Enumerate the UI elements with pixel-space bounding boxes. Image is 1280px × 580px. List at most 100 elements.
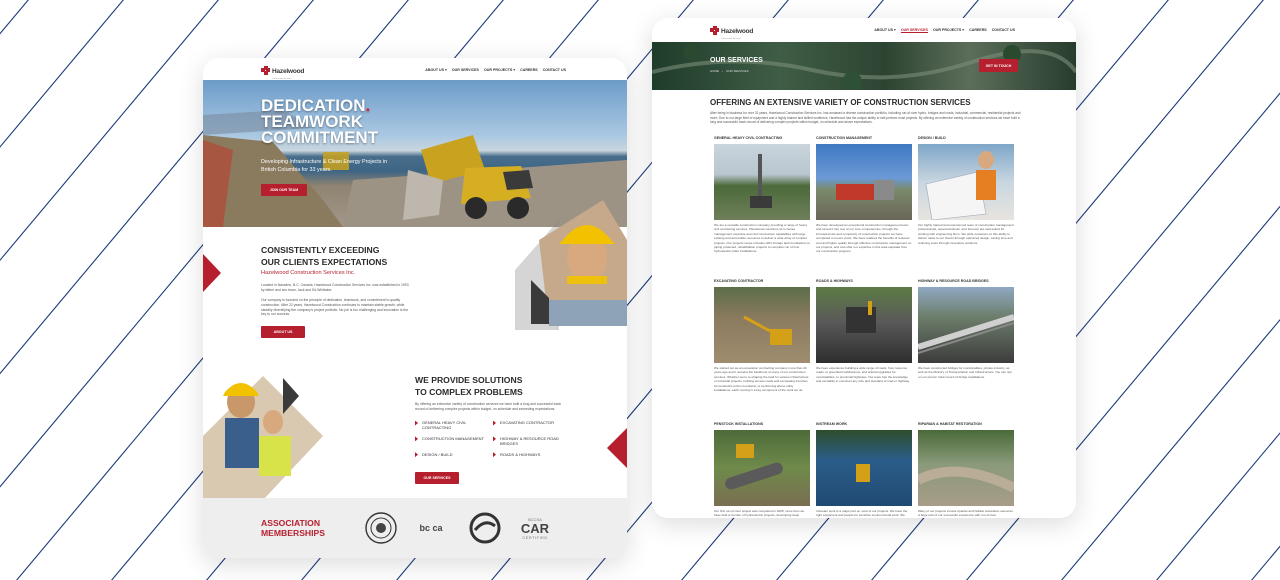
service-description: We are a versatile construction company … <box>714 223 810 254</box>
service-description: We have constructed bridges for municipa… <box>918 366 1012 379</box>
nav-contact-us[interactable]: CONTACT US <box>543 68 566 72</box>
solutions-service-list: GENERAL HEAVY CIVIL CONTRACTING EXCAVATI… <box>415 420 571 458</box>
solution-item[interactable]: ROADS & HIGHWAYS <box>493 452 571 458</box>
about-subtitle: Hazelwood Construction Services Inc. <box>261 270 356 276</box>
nav-our-projects[interactable]: OUR PROJECTS ▾ <box>484 68 515 72</box>
solution-item[interactable]: GENERAL HEAVY CIVIL CONTRACTING <box>415 420 493 431</box>
nav-careers[interactable]: CAREERS <box>969 28 987 32</box>
service-title: PENSTOCK INSTALLATIONS <box>714 422 764 426</box>
service-description: We have developed an exceptional constru… <box>816 223 912 254</box>
service-description: Our first run-of-river project was compl… <box>714 509 808 518</box>
cor-logo: BCCSA CAR CERTIFIED <box>520 516 550 540</box>
left-nav-links: ABOUT US ▾ OUR SERVICES OUR PROJECTS ▾ C… <box>425 68 566 72</box>
about-title: CONSISTENTLY EXCEEDING OUR CLIENTS EXPEC… <box>261 245 388 267</box>
seal-logo <box>365 512 397 544</box>
excavator-photo <box>714 287 810 363</box>
nav-our-services[interactable]: OUR SERVICES <box>452 68 479 72</box>
solutions-paragraph: By offering an extensive variety of cons… <box>415 402 561 411</box>
service-title: GENERAL HEAVY CIVIL CONTRACTING <box>714 136 783 140</box>
nav-our-services[interactable]: OUR SERVICES <box>901 28 928 32</box>
breadcrumb-current: OUR SERVICES <box>726 69 749 73</box>
get-in-touch-button[interactable]: GET IN TOUCH <box>979 59 1018 72</box>
services-grid: GENERAL HEAVY CIVIL CONTRACTING We are a… <box>714 136 1014 518</box>
left-logo[interactable]: Hazelwood Construction Services <box>261 60 304 80</box>
right-navbar: Hazelwood Construction Services ABOUT US… <box>652 18 1076 42</box>
nav-careers[interactable]: CAREERS <box>520 68 538 72</box>
construction-site-photo <box>816 144 912 220</box>
bcca-logo: bc ca <box>419 522 443 533</box>
service-title: RIPARIAN & HABITAT RESTORATION <box>918 422 982 426</box>
solution-item[interactable]: CONSTRUCTION MANAGEMENT <box>415 436 493 447</box>
engineers-photo <box>203 376 323 500</box>
offer-title: OFFERING AN EXTENSIVE VARIETY OF CONSTRU… <box>710 98 971 107</box>
service-description: Many of our projects involve riparian an… <box>918 509 1014 518</box>
background-line <box>1061 318 1280 580</box>
nav-contact-us[interactable]: CONTACT US <box>992 28 1015 32</box>
vica-logo <box>469 512 501 544</box>
service-card[interactable]: ROADS & HIGHWAYS We have experience buil… <box>816 279 912 422</box>
chevron-right-icon <box>415 420 418 426</box>
service-card[interactable]: DESIGN / BUILD Our highly trained and ex… <box>918 136 1014 279</box>
breadcrumb-home[interactable]: HOME <box>710 69 719 73</box>
association-title: ASSOCIATION MEMBERSHIPS <box>261 518 325 538</box>
service-title: ROADS & HIGHWAYS <box>816 279 853 283</box>
left-navbar: Hazelwood Construction Services ABOUT US… <box>203 58 627 82</box>
service-card[interactable]: HIGHWAY & RESOURCE ROAD BRIDGES We have … <box>918 279 1014 422</box>
service-description: We have experience building a wide range… <box>816 366 910 384</box>
service-card[interactable]: RIPARIAN & HABITAT RESTORATION Many of o… <box>918 422 1014 518</box>
drilling-rig-photo <box>714 144 810 220</box>
chevron-right-icon <box>493 420 496 426</box>
chevron-right-icon <box>415 436 418 442</box>
service-title: EXCAVATING CONTRACTOR <box>714 279 764 283</box>
penstock-pipe-photo <box>714 430 810 506</box>
logo-tagline: Construction Services <box>721 38 741 40</box>
association-memberships: ASSOCIATION MEMBERSHIPS bc ca BCCSA CAR … <box>203 498 627 558</box>
breadcrumb-separator-icon: › <box>722 69 723 73</box>
hazelwood-logo-icon <box>261 65 270 75</box>
red-triangle-decoration <box>607 428 627 468</box>
banner-title: OUR SERVICES <box>710 57 763 64</box>
service-card[interactable]: INSTREAM WORK Instream work is a major p… <box>816 422 912 518</box>
service-description: Instream work is a major part on most of… <box>816 509 908 518</box>
our-services-button[interactable]: OUR SERVICES <box>415 472 459 484</box>
right-nav-links: ABOUT US ▾ OUR SERVICES OUR PROJECTS ▾ C… <box>874 28 1015 32</box>
services-page-mockup: Hazelwood Construction Services ABOUT US… <box>652 18 1076 518</box>
background-line <box>0 0 29 35</box>
service-card[interactable]: PENSTOCK INSTALLATIONS Our first run-of-… <box>714 422 810 518</box>
service-card[interactable]: EXCAVATING CONTRACTOR We started out as … <box>714 279 810 422</box>
service-card[interactable]: CONSTRUCTION MANAGEMENT We have develope… <box>816 136 912 279</box>
join-our-team-button[interactable]: JOIN OUR TEAM <box>261 184 307 196</box>
nav-our-projects[interactable]: OUR PROJECTS ▾ <box>933 28 964 32</box>
background-diagonal-lines <box>0 0 1280 580</box>
chevron-right-icon <box>493 452 496 458</box>
service-card[interactable]: GENERAL HEAVY CIVIL CONTRACTING We are a… <box>714 136 810 279</box>
hero-subtitle: Developing Infrastructure & Clean Energy… <box>261 159 388 173</box>
red-triangle-decoration <box>203 254 221 292</box>
service-description: We started out as an excavation contract… <box>714 366 809 393</box>
homepage-mockup: Hazelwood Construction Services ABOUT US… <box>203 58 627 558</box>
background-line <box>1251 545 1280 580</box>
offer-paragraph: After being in business for over 32 year… <box>710 111 1021 125</box>
solution-item[interactable]: DESIGN / BUILD <box>415 452 493 458</box>
solution-item[interactable]: EXCAVATING CONTRACTOR <box>493 420 571 431</box>
instream-work-photo <box>816 430 912 506</box>
riparian-restoration-photo <box>918 430 1014 506</box>
hero-title: DEDICATION. TEAMWORK COMMITMENT <box>261 96 379 147</box>
engineer-blueprint-photo <box>918 144 1014 220</box>
service-description: Our highly trained and experienced team … <box>918 223 1014 245</box>
service-title: HIGHWAY & RESOURCE ROAD BRIDGES <box>918 279 989 283</box>
paving-photo <box>816 287 912 363</box>
logo-name: Hazelwood <box>272 68 305 75</box>
worker-portrait-photo <box>515 200 627 330</box>
chevron-right-icon <box>415 452 418 458</box>
service-title: DESIGN / BUILD <box>918 136 946 140</box>
right-logo[interactable]: Hazelwood Construction Services <box>710 20 753 40</box>
background-line <box>0 0 219 262</box>
about-paragraph-1: Located in Nanaimo, B.C. Canada, Hazelwo… <box>261 283 409 292</box>
breadcrumb: HOME › OUR SERVICES <box>710 69 749 73</box>
solution-item[interactable]: HIGHWAY & RESOURCE ROAD BRIDGES <box>493 436 571 447</box>
bridge-photo <box>918 287 1014 363</box>
about-us-button[interactable]: ABOUT US <box>261 326 305 338</box>
nav-about-us[interactable]: ABOUT US ▾ <box>425 68 447 72</box>
nav-about-us[interactable]: ABOUT US ▾ <box>874 28 896 32</box>
